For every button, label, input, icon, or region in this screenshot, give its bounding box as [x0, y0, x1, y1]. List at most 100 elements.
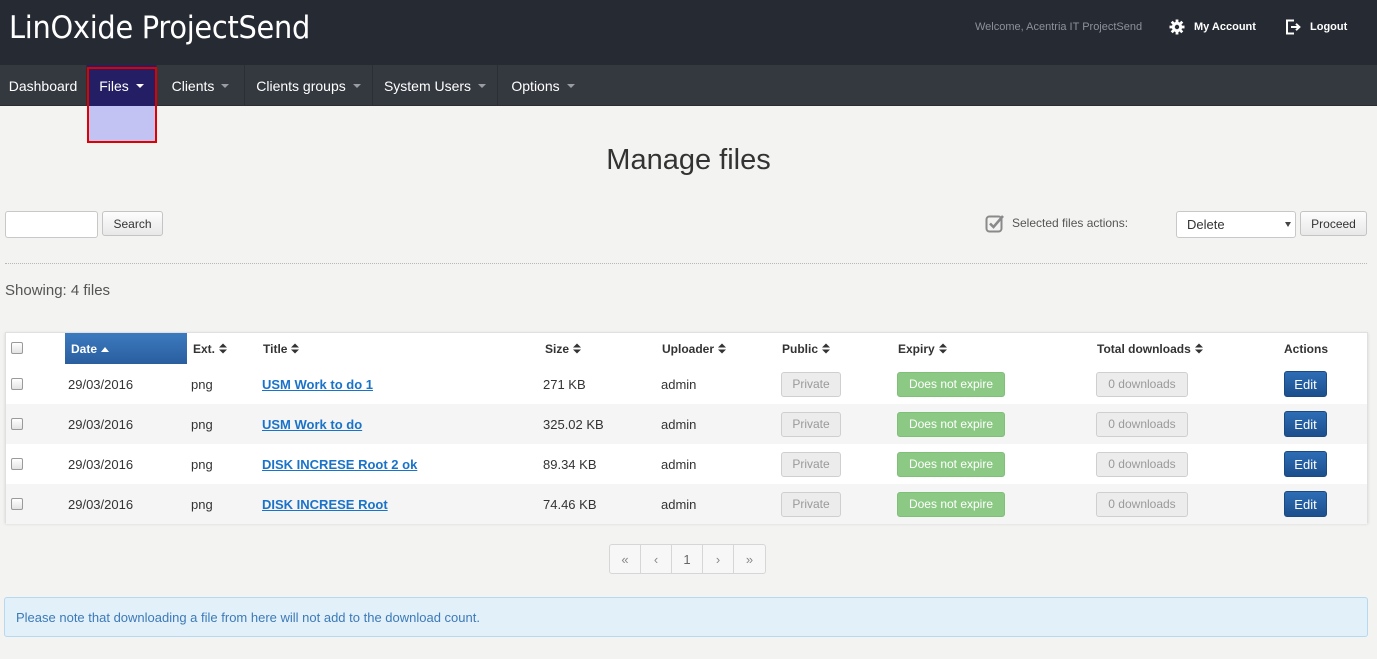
nav-system-users-label: System Users	[383, 77, 472, 94]
nav-clients[interactable]: Clients	[157, 65, 245, 106]
row-title-link[interactable]: DISK INCRESE Root	[262, 497, 388, 512]
download-count-notice: Please note that downloading a file from…	[4, 597, 1368, 637]
sort-icon	[291, 343, 300, 354]
col-date-label: Date	[71, 341, 98, 356]
row-public-badge[interactable]: Private	[781, 371, 841, 397]
col-title-header[interactable]: Title	[257, 333, 539, 364]
row-date: 29/03/2016	[68, 456, 134, 472]
table-row: 29/03/2016 png DISK INCRESE Root 2 ok 89…	[6, 444, 1367, 484]
divider	[5, 263, 1367, 264]
col-size-header[interactable]: Size	[539, 333, 656, 364]
sort-icon	[718, 343, 727, 354]
col-expiry-header[interactable]: Expiry	[892, 333, 1091, 364]
col-uploader-label: Uploader	[662, 341, 715, 356]
logout-link[interactable]: Logout	[1285, 17, 1347, 37]
row-checkbox[interactable]	[11, 498, 23, 510]
row-ext: png	[191, 496, 213, 512]
logout-label: Logout	[1310, 21, 1348, 33]
nav-dashboard-label: Dashboard	[8, 77, 78, 94]
bulk-action-value: Delete	[1187, 217, 1225, 232]
page-title: Manage files	[606, 144, 771, 176]
select-all-checkbox[interactable]	[11, 342, 23, 354]
pagination: « ‹ 1 › »	[609, 544, 766, 574]
pagination-prev[interactable]: ‹	[641, 545, 672, 573]
col-uploader-header[interactable]: Uploader	[656, 333, 776, 364]
nav-dashboard[interactable]: Dashboard	[0, 65, 87, 106]
row-size: 271 KB	[543, 376, 586, 392]
row-date: 29/03/2016	[68, 416, 134, 432]
row-size: 325.02 KB	[543, 416, 604, 432]
row-public-badge[interactable]: Private	[781, 451, 841, 477]
pagination-next[interactable]: ›	[703, 545, 734, 573]
nav-system-users[interactable]: System Users	[373, 65, 498, 106]
row-checkbox[interactable]	[11, 418, 23, 430]
col-ext-label: Ext.	[193, 341, 216, 356]
search-input[interactable]	[5, 211, 98, 238]
top-bar: LinOxide ProjectSend Welcome, Acentria I…	[0, 0, 1377, 65]
col-title-label: Title	[263, 341, 288, 356]
row-edit-button[interactable]: Edit	[1284, 451, 1327, 477]
row-downloads-badge[interactable]: 0 downloads	[1096, 451, 1188, 477]
col-ext-header[interactable]: Ext.	[187, 333, 257, 364]
brand-title[interactable]: LinOxide ProjectSend	[9, 10, 310, 46]
row-expiry-badge: Does not expire	[897, 371, 1005, 397]
row-title-link[interactable]: USM Work to do 1	[262, 377, 373, 392]
row-ext: png	[191, 416, 213, 432]
col-actions-header: Actions	[1278, 333, 1367, 364]
row-public-badge[interactable]: Private	[781, 491, 841, 517]
col-date-header[interactable]: Date	[65, 333, 187, 364]
row-downloads-badge[interactable]: 0 downloads	[1096, 371, 1188, 397]
row-size: 89.34 KB	[543, 456, 597, 472]
search-button[interactable]: Search	[102, 211, 163, 236]
row-date: 29/03/2016	[68, 496, 134, 512]
proceed-button[interactable]: Proceed	[1300, 211, 1367, 236]
sort-icon	[938, 343, 947, 354]
pagination-current[interactable]: 1	[672, 545, 703, 573]
row-checkbox[interactable]	[11, 378, 23, 390]
col-public-header[interactable]: Public	[776, 333, 892, 364]
welcome-text: Welcome, Acentria IT ProjectSend	[975, 21, 1143, 33]
sort-icon	[219, 343, 228, 354]
row-date: 29/03/2016	[68, 376, 134, 392]
row-expiry-badge: Does not expire	[897, 411, 1005, 437]
row-edit-button[interactable]: Edit	[1284, 491, 1327, 517]
sort-up-icon	[101, 346, 110, 352]
row-checkbox[interactable]	[11, 458, 23, 470]
nav-clients-groups[interactable]: Clients groups	[245, 65, 373, 106]
row-uploader: admin	[661, 496, 697, 512]
col-actions-label: Actions	[1284, 341, 1329, 356]
col-downloads-header[interactable]: Total downloads	[1091, 333, 1278, 364]
row-title-link[interactable]: USM Work to do	[262, 417, 362, 432]
row-edit-button[interactable]: Edit	[1284, 411, 1327, 437]
row-size: 74.46 KB	[543, 496, 597, 512]
row-expiry-badge: Does not expire	[897, 491, 1005, 517]
nav-clients-groups-label: Clients groups	[256, 77, 346, 94]
row-title-link[interactable]: DISK INCRESE Root 2 ok	[262, 457, 417, 472]
main-nav: Dashboard Files Clients Clients groups S…	[0, 65, 1377, 106]
nav-clients-label: Clients	[171, 77, 215, 94]
pagination-first[interactable]: «	[610, 545, 641, 573]
chevron-down-icon	[352, 83, 361, 88]
chevron-down-icon	[478, 83, 487, 88]
col-expiry-label: Expiry	[898, 341, 935, 356]
row-public-badge[interactable]: Private	[781, 411, 841, 437]
files-highlight-box	[87, 67, 157, 143]
logout-icon	[1286, 19, 1301, 35]
chevron-down-icon	[221, 83, 230, 88]
check-square-icon	[985, 215, 1004, 233]
bulk-action-select[interactable]: Delete	[1176, 211, 1296, 238]
nav-options[interactable]: Options	[498, 65, 588, 106]
row-uploader: admin	[661, 456, 697, 472]
row-edit-button[interactable]: Edit	[1284, 371, 1327, 397]
gear-icon	[1169, 19, 1185, 35]
table-row: 29/03/2016 png USM Work to do 325.02 KB …	[6, 404, 1367, 444]
row-downloads-badge[interactable]: 0 downloads	[1096, 411, 1188, 437]
chevron-down-icon	[1285, 222, 1291, 227]
selected-actions-label: Selected files actions:	[1012, 216, 1129, 230]
pagination-last[interactable]: »	[734, 545, 765, 573]
row-ext: png	[191, 376, 213, 392]
files-table: Date Ext. Title Size Uploader Public Exp…	[5, 332, 1368, 524]
my-account-link[interactable]: My Account	[1169, 17, 1256, 37]
row-downloads-badge[interactable]: 0 downloads	[1096, 491, 1188, 517]
row-uploader: admin	[661, 376, 697, 392]
